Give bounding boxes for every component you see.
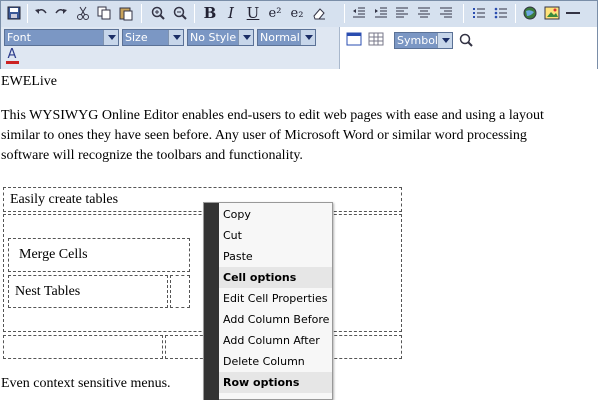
outdent-icon[interactable] [349, 3, 369, 23]
chevron-down-icon [168, 30, 183, 45]
eraser-icon[interactable] [309, 3, 329, 23]
format-select[interactable]: Normal [257, 29, 316, 46]
editor-title: EWELive [1, 74, 57, 89]
undo-icon[interactable] [31, 3, 51, 23]
superscript-icon[interactable]: e² [265, 3, 285, 23]
chevron-down-icon [238, 30, 253, 45]
align-right-icon[interactable] [436, 3, 456, 23]
save-icon[interactable] [4, 3, 24, 23]
merge-cells-cell[interactable]: Merge Cells [8, 238, 190, 272]
menu-item-paste[interactable]: Paste [219, 246, 332, 267]
table-grid-icon[interactable] [366, 29, 386, 49]
table-caption: Easily create tables [10, 192, 119, 207]
merge-cells-label: Merge Cells [19, 247, 88, 262]
size-select[interactable]: Size [122, 29, 184, 46]
subscript-icon[interactable]: e₂ [287, 3, 307, 23]
indent-icon[interactable] [371, 3, 391, 23]
context-menu: Copy Cut Paste Cell options Edit Cell Pr… [203, 202, 333, 400]
paste-icon[interactable] [116, 3, 136, 23]
chevron-down-icon [300, 30, 315, 45]
menu-item-cut[interactable]: Cut [219, 225, 332, 246]
style-select-value: No Style [190, 31, 237, 44]
menu-header-row-options: Row options [219, 372, 332, 393]
nest-tables-cell[interactable]: Nest Tables [8, 275, 168, 308]
paragraph-line: software will recognize the toolbars and… [1, 148, 303, 163]
zoom-out-icon[interactable] [170, 3, 190, 23]
paragraph-line: similar to ones they have seen before. A… [1, 128, 527, 143]
redo-icon[interactable] [51, 3, 71, 23]
menu-item-copy[interactable]: Copy [219, 204, 332, 225]
toolbar-row-2-right: Symbol [339, 27, 597, 69]
search-icon[interactable] [456, 30, 476, 50]
menu-item-add-column-before[interactable]: Add Column Before [219, 309, 332, 330]
menu-item-edit-cell-properties[interactable]: Edit Cell Properties [219, 288, 332, 309]
cut-icon[interactable] [73, 3, 93, 23]
underline-icon[interactable]: U [243, 3, 263, 23]
menu-gutter [204, 203, 219, 400]
numbered-list-icon[interactable] [469, 3, 489, 23]
menu-header-cell-options: Cell options [219, 267, 332, 288]
menu-item-delete-column[interactable]: Delete Column [219, 351, 332, 372]
toolbar-row-1: B I U e² e₂ [1, 1, 597, 27]
toolbar-row-2: Font Size No Style Normal A [1, 27, 339, 69]
symbol-select-value: Symbol [397, 34, 438, 47]
size-select-value: Size [125, 31, 148, 44]
table-cell[interactable] [3, 335, 163, 359]
horizontal-rule-icon[interactable] [563, 3, 583, 23]
chevron-down-icon [437, 33, 452, 48]
bullet-list-icon[interactable] [491, 3, 511, 23]
italic-icon[interactable]: I [221, 3, 241, 23]
footer-line: Even context sensitive menus. [1, 376, 171, 391]
font-select[interactable]: Font [4, 29, 119, 46]
format-select-value: Normal [260, 31, 300, 44]
align-center-icon[interactable] [414, 3, 434, 23]
font-color-letter: A [7, 47, 17, 62]
table-icon[interactable] [344, 29, 364, 49]
chevron-down-icon [103, 30, 118, 45]
web-icon[interactable] [520, 3, 540, 23]
font-select-value: Font [7, 31, 31, 44]
table-cell[interactable] [170, 275, 190, 308]
paragraph-line: This WYSIWYG Online Editor enables end-u… [1, 108, 544, 123]
font-color-bar [5, 61, 19, 64]
symbol-select[interactable]: Symbol [394, 32, 453, 49]
style-select[interactable]: No Style [187, 29, 254, 46]
editor-toolbar: B I U e² e₂ Font Size No Style Normal A … [0, 0, 598, 69]
zoom-in-icon[interactable] [148, 3, 168, 23]
menu-item-add-column-after[interactable]: Add Column After [219, 330, 332, 351]
align-left-icon[interactable] [392, 3, 412, 23]
image-icon[interactable] [542, 3, 562, 23]
font-color-icon[interactable]: A [2, 47, 22, 65]
copy-icon[interactable] [94, 3, 114, 23]
nest-tables-label: Nest Tables [15, 284, 81, 299]
bold-icon[interactable]: B [200, 3, 220, 23]
